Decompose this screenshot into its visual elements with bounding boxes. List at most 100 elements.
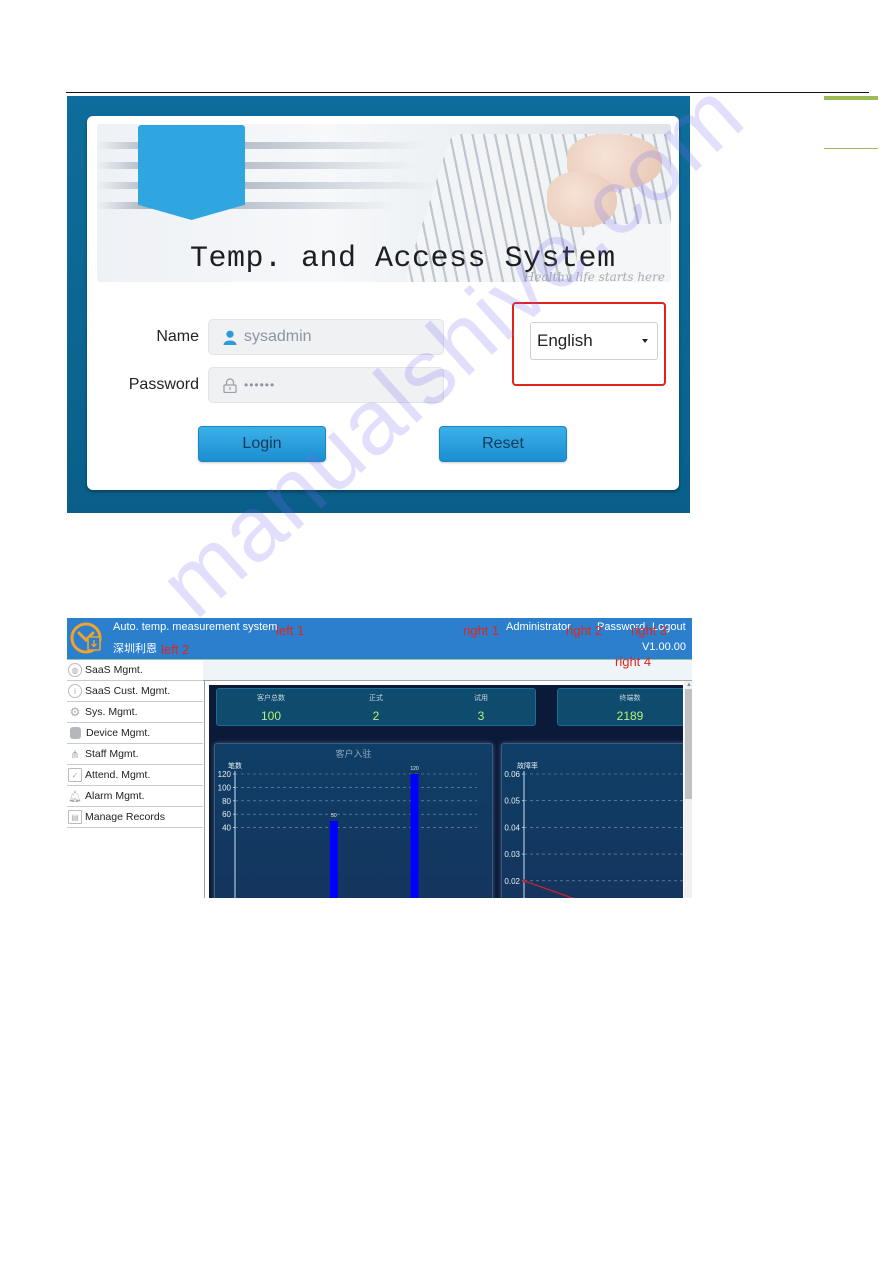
bar-chart-title: 客户入驻 <box>335 749 372 759</box>
scrollbar-thumb[interactable] <box>685 689 692 799</box>
bar <box>410 774 419 898</box>
stat-label: 正式 <box>369 695 383 702</box>
scroll-up-icon[interactable]: ▲ <box>686 682 692 688</box>
gears-icon: ⚙ <box>69 705 81 719</box>
bar <box>329 820 338 898</box>
vertical-scrollbar[interactable]: ▲ <box>684 681 692 898</box>
stat-total-customers: 客户总数 100 <box>231 693 311 723</box>
language-select[interactable]: English <box>530 322 658 360</box>
stat-label: 试用 <box>474 695 488 702</box>
y-tick-label: 0.03 <box>504 850 520 859</box>
y-tick-label: 100 <box>218 783 232 792</box>
top-bar: Auto. temp. measurement system 深圳利恩 left… <box>67 618 692 660</box>
terminal-stats-box: 终端数 2189 <box>557 688 683 726</box>
stat-value: 3 <box>477 709 485 723</box>
sidebar-item-records[interactable]: ▤ Manage Records <box>67 807 203 828</box>
password-label: Password <box>128 376 199 393</box>
login-screenshot: Healthy life starts here Temp. and Acces… <box>67 96 690 513</box>
dashboard-panel: 客户总数 100 正式 2 试用 3 终端数 2189 客户入驻 笔数 40 60 80 100… <box>209 685 683 898</box>
bell-icon: 🔔︎ <box>68 790 82 803</box>
y-tick-label: 0.06 <box>504 770 520 779</box>
y-tick-label: 60 <box>222 810 231 819</box>
sidebar-item-attend[interactable]: ✓ Attend. Mgmt. <box>67 765 203 786</box>
y-axis-label: 故障率 <box>517 761 538 770</box>
sidebar-item-staff[interactable]: ⋔ Staff Mgmt. <box>67 744 203 765</box>
password-field[interactable]: •••••• <box>208 367 444 403</box>
sidebar-item-alarm[interactable]: 🔔︎ Alarm Mgmt. <box>67 786 203 807</box>
user-icon <box>223 330 237 345</box>
sidebar-item-label: Manage Records <box>85 811 165 823</box>
stat-terminals: 终端数 2189 <box>590 693 670 723</box>
name-field[interactable]: sysadmin <box>208 319 444 355</box>
bar-chart: 笔数 40 60 80 100 120 50 120 <box>218 761 477 898</box>
sidebar-item-label: Device Mgmt. <box>86 727 151 739</box>
y-tick-label: 0.02 <box>504 877 520 886</box>
annotation-right-2: right 2 <box>566 623 603 638</box>
line-chart: 故障率 0.02 0.03 0.04 0.05 0.06 <box>504 761 683 898</box>
language-selected: English <box>537 331 593 350</box>
login-button[interactable]: Login <box>198 426 326 462</box>
annotation-right-1: right 1 <box>463 623 500 638</box>
y-tick-label: 120 <box>218 770 232 779</box>
sidebar-item-label: SaaS Cust. Mgmt. <box>85 685 171 697</box>
org-name: 深圳利恩 <box>113 643 157 655</box>
reset-button[interactable]: Reset <box>439 426 567 462</box>
lock-icon <box>223 377 237 393</box>
stat-formal: 正式 2 <box>336 693 416 723</box>
sidebar-item-label: Attend. Mgmt. <box>85 769 151 781</box>
y-tick-label: 40 <box>222 824 231 833</box>
side-accent-bar <box>824 96 878 100</box>
login-card: Healthy life starts here Temp. and Acces… <box>87 116 679 490</box>
y-tick-label: 0.04 <box>504 823 520 832</box>
y-tick-label: 80 <box>222 797 231 806</box>
app-title: Auto. temp. measurement system <box>113 621 278 633</box>
language-highlight-box: English <box>512 302 666 386</box>
sidebar-item-label: Staff Mgmt. <box>85 748 139 760</box>
y-tick-label: 0.05 <box>504 797 520 806</box>
annotation-right-3: right 3 <box>631 623 668 638</box>
side-accent-line <box>824 148 878 149</box>
sidebar-item-label: SaaS Mgmt. <box>85 664 143 676</box>
series-line <box>523 880 575 898</box>
stat-value: 100 <box>260 709 282 723</box>
annotation-left-2: left 2 <box>161 642 190 657</box>
administrator-link[interactable]: Administrator <box>506 621 571 633</box>
y-axis-label: 笔数 <box>228 761 242 770</box>
calendar-icon: ✓ <box>68 768 82 782</box>
sidebar-item-saas-cust[interactable]: i SaaS Cust. Mgmt. <box>67 681 203 702</box>
android-icon <box>70 727 81 739</box>
stat-label: 终端数 <box>619 695 641 702</box>
bar-data-label: 50 <box>331 813 337 819</box>
system-title: Temp. and Access System <box>190 242 616 276</box>
globe-icon: ◍ <box>68 663 82 677</box>
sidebar-item-saas[interactable]: ◍ SaaS Mgmt. <box>67 660 203 681</box>
bar-chart-panel: 客户入驻 笔数 40 60 80 100 120 50 120 <box>214 743 493 898</box>
version-label: V1.00.00 <box>641 641 686 653</box>
dashboard-screenshot: Auto. temp. measurement system 深圳利恩 left… <box>67 618 692 898</box>
sidebar-item-device[interactable]: Device Mgmt. <box>67 723 203 744</box>
records-icon: ▤ <box>68 810 82 824</box>
info-icon: i <box>68 684 82 698</box>
staff-icon: ⋔ <box>70 748 80 761</box>
content-subbar: right 4 <box>203 654 692 681</box>
sidebar-item-label: Alarm Mgmt. <box>85 790 145 802</box>
customer-stats-box: 客户总数 100 正式 2 试用 3 <box>216 688 536 726</box>
stat-value: 2189 <box>616 709 644 723</box>
stat-trial: 试用 3 <box>441 693 521 723</box>
sidebar: ◍ SaaS Mgmt. i SaaS Cust. Mgmt. ⚙ Sys. Mgmt… <box>67 660 203 898</box>
password-value: •••••• <box>244 378 276 392</box>
annotation-right-4: right 4 <box>615 654 652 669</box>
name-value: sysadmin <box>244 328 312 345</box>
stat-label: 客户总数 <box>257 695 285 702</box>
content-frame: 客户总数 100 正式 2 试用 3 终端数 2189 客户入驻 笔数 40 60 80 100… <box>204 681 692 898</box>
bar-data-label: 120 <box>410 766 419 772</box>
stat-value: 2 <box>372 709 380 723</box>
line-chart-panel: 故障率 0.02 0.03 0.04 0.05 0.06 <box>501 743 683 898</box>
sidebar-item-sys[interactable]: ⚙ Sys. Mgmt. <box>67 702 203 723</box>
annotation-left-1: left 1 <box>276 623 305 638</box>
sidebar-item-label: Sys. Mgmt. <box>85 706 138 718</box>
name-label: Name <box>156 328 199 345</box>
caret-down-icon <box>642 339 648 343</box>
data-point <box>522 879 526 883</box>
clock-logo-icon <box>70 622 102 654</box>
